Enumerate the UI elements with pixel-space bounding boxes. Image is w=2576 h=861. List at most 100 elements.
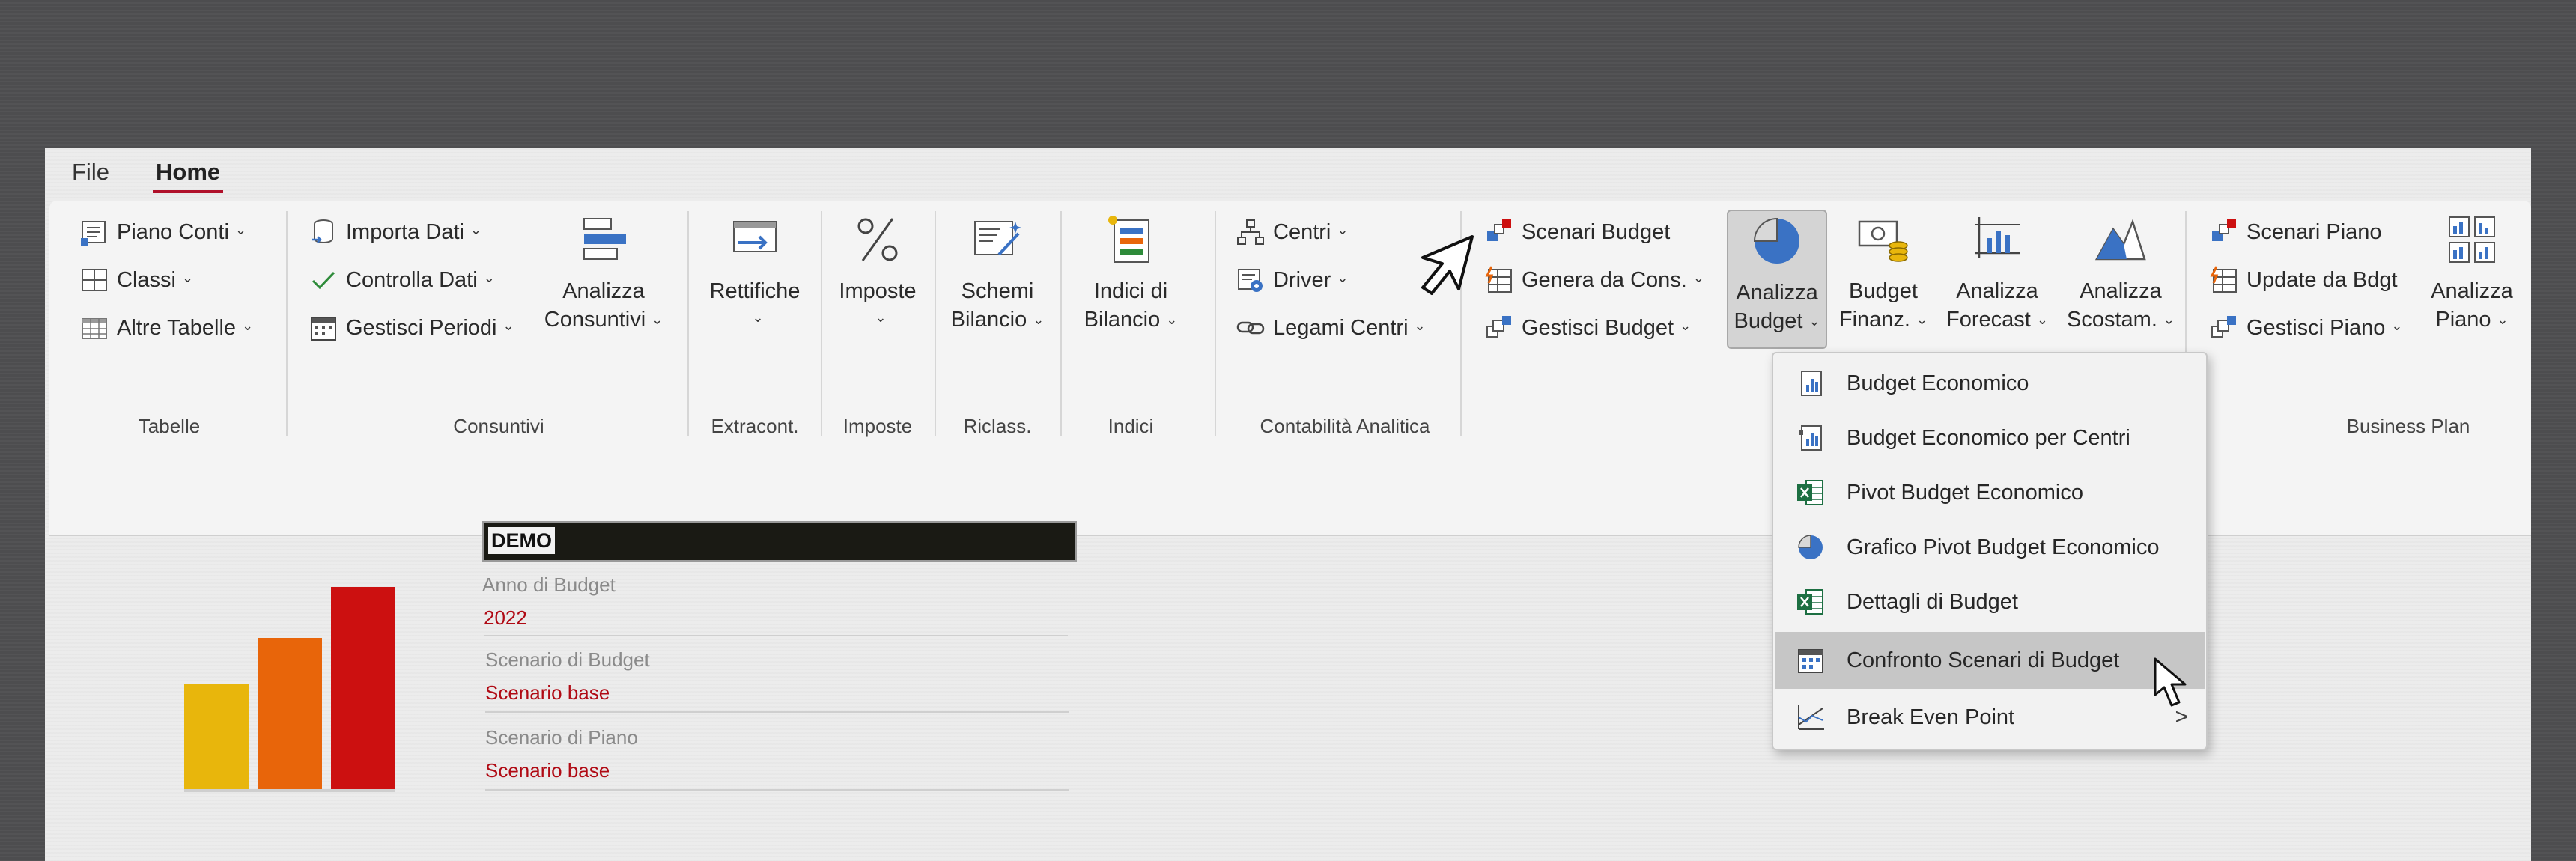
- centri-button[interactable]: Centri ⌄: [1236, 217, 1348, 247]
- group-label-extracont: Extracont.: [711, 415, 799, 437]
- anno-budget-value[interactable]: 2022: [484, 606, 527, 630]
- scenari-budget-label: Scenari Budget: [1522, 219, 1671, 244]
- chevron-down-icon: ⌄: [1808, 314, 1820, 329]
- scenari-budget-button[interactable]: Scenari Budget: [1484, 217, 1670, 247]
- menu-item-dettagli-di-budget[interactable]: Dettagli di Budget: [1775, 576, 2205, 627]
- company-name[interactable]: DEMO: [488, 527, 555, 554]
- menu-item-grafico-pivot-budget-economico[interactable]: Grafico Pivot Budget Economico: [1775, 522, 2205, 573]
- menu-item-label: Grafico Pivot Budget Economico: [1847, 535, 2160, 559]
- chevron-down-icon: ⌄: [2163, 312, 2175, 327]
- chevron-down-icon: ⌄: [1916, 312, 1928, 327]
- analizza-budget-button[interactable]: Analizza Budget ⌄: [1727, 210, 1827, 349]
- scenario-budget-value[interactable]: Scenario base: [485, 681, 610, 705]
- scenario-piano-value[interactable]: Scenario base: [485, 759, 610, 782]
- company-banner: DEMO: [482, 521, 1077, 562]
- analizza-budget-dropdown: Budget Economico Budget Economico per Ce…: [1772, 352, 2208, 750]
- group-separator: [1060, 211, 1062, 436]
- imposte-button[interactable]: Imposte ⌄: [833, 213, 923, 392]
- controlla-dati-button[interactable]: Controlla Dati ⌄: [309, 265, 495, 295]
- menu-item-label: Budget Economico: [1847, 371, 2029, 395]
- table-icon: [79, 313, 109, 343]
- group-separator: [1215, 211, 1216, 436]
- chevron-down-icon: ⌄: [2391, 317, 2403, 333]
- scenarios-icon: [1484, 217, 1514, 247]
- chevron-down-icon: ⌄: [2497, 312, 2509, 327]
- legami-centri-button[interactable]: Legami Centri ⌄: [1236, 313, 1426, 343]
- menu-item-confronto-scenari-di-budget[interactable]: Confronto Scenari di Budget: [1775, 632, 2205, 689]
- scenari-piano-button[interactable]: Scenari Piano: [2209, 217, 2382, 247]
- indici-bilancio-button[interactable]: Indici di Bilancio ⌄: [1071, 213, 1191, 392]
- menu-item-pivot-budget-economico[interactable]: Pivot Budget Economico: [1775, 467, 2205, 518]
- genera-da-cons-button[interactable]: Genera da Cons. ⌄: [1484, 265, 1704, 295]
- rettifiche-button[interactable]: Rettifiche ⌄: [701, 213, 809, 392]
- gestisci-budget-label: Gestisci Budget: [1522, 315, 1674, 340]
- menu-item-budget-economico-per-centri[interactable]: Budget Economico per Centri: [1775, 413, 2205, 463]
- chevron-down-icon: ⌄: [242, 317, 254, 333]
- analizza-piano-line2: Piano: [2435, 308, 2491, 332]
- analizza-forecast-line1: Analizza: [1956, 279, 2038, 303]
- piano-conti-button[interactable]: Piano Conti ⌄: [79, 217, 246, 247]
- divider: [485, 711, 1069, 713]
- menu-item-label: Dettagli di Budget: [1847, 589, 2018, 614]
- anno-budget-label: Anno di Budget: [482, 574, 616, 596]
- report-centers-icon: [1796, 423, 1826, 453]
- chevron-down-icon: ⌄: [2036, 312, 2048, 327]
- classes-icon: [79, 265, 109, 295]
- group-label-business-plan: Business Plan: [2346, 415, 2470, 437]
- percent-icon: [851, 213, 905, 267]
- cursor-arrow-icon: [2151, 656, 2203, 708]
- controlla-dati-label: Controlla Dati: [346, 267, 478, 292]
- database-import-icon: [309, 217, 338, 247]
- gestisci-periodi-label: Gestisci Periodi: [346, 315, 497, 340]
- analizza-consuntivi-line2: Consuntivi: [544, 308, 646, 332]
- importa-dati-label: Importa Dati: [346, 219, 464, 244]
- chevron-down-icon: ⌄: [1337, 270, 1349, 285]
- gestisci-budget-button[interactable]: Gestisci Budget ⌄: [1484, 313, 1691, 343]
- budget-finanz-line2: Finanz.: [1838, 308, 1910, 332]
- scenari-piano-label: Scenari Piano: [2247, 219, 2382, 244]
- altre-tabelle-button[interactable]: Altre Tabelle ⌄: [79, 313, 253, 343]
- importa-dati-button[interactable]: Importa Dati ⌄: [309, 217, 482, 247]
- generate-table-icon: [1484, 265, 1514, 295]
- excel-icon: [1796, 478, 1826, 508]
- analizza-piano-button[interactable]: Analizza Piano ⌄: [2423, 213, 2521, 392]
- update-da-bdgt-button[interactable]: Update da Bdgt: [2209, 265, 2398, 295]
- link-icon: [1236, 313, 1266, 343]
- chevron-down-icon: ⌄: [752, 310, 764, 325]
- analizza-scostam-line1: Analizza: [2080, 279, 2162, 303]
- manage-cubes-icon: [1484, 313, 1514, 343]
- gestisci-periodi-button[interactable]: Gestisci Periodi ⌄: [309, 313, 514, 343]
- scenario-budget-label: Scenario di Budget: [485, 648, 650, 671]
- group-separator: [286, 211, 288, 436]
- calendar-compare-icon: [1796, 645, 1826, 675]
- menu-item-label: Break Even Point: [1847, 705, 2015, 729]
- group-separator: [821, 211, 822, 436]
- chevron-down-icon: ⌄: [1414, 317, 1426, 333]
- logo-bar-red: [331, 587, 395, 791]
- menu-item-label: Pivot Budget Economico: [1847, 480, 2083, 505]
- cursor-arrow-icon: [1417, 234, 1477, 296]
- logo: [180, 568, 404, 792]
- menu-item-label: Budget Economico per Centri: [1847, 425, 2130, 450]
- report-wand-icon: [970, 213, 1024, 267]
- gestisci-piano-button[interactable]: Gestisci Piano ⌄: [2209, 313, 2402, 343]
- group-separator: [935, 211, 936, 436]
- classi-button[interactable]: Classi ⌄: [79, 265, 193, 295]
- chevron-down-icon: ⌄: [234, 222, 247, 237]
- chevron-down-icon: ⌄: [1166, 312, 1178, 327]
- analizza-budget-line2: Budget: [1734, 309, 1803, 333]
- schemi-bilancio-button[interactable]: Schemi Bilancio ⌄: [945, 213, 1050, 392]
- adjustments-icon: [728, 213, 782, 267]
- forecast-chart-icon: [1970, 213, 2024, 267]
- tab-file[interactable]: File: [69, 159, 112, 190]
- analizza-consuntivi-button[interactable]: Analizza Consuntivi ⌄: [544, 213, 663, 392]
- imposte-label: Imposte: [839, 279, 917, 303]
- menu-item-break-even-point[interactable]: Break Even Point >: [1775, 692, 2205, 743]
- tab-home[interactable]: Home: [153, 159, 224, 193]
- money-coins-icon: [1856, 213, 1910, 267]
- driver-button[interactable]: Driver ⌄: [1236, 265, 1348, 295]
- break-even-chart-icon: [1796, 702, 1826, 732]
- report-icon: [1796, 368, 1826, 398]
- menu-item-budget-economico[interactable]: Budget Economico: [1775, 358, 2205, 409]
- pie-chart-icon: [1796, 532, 1826, 562]
